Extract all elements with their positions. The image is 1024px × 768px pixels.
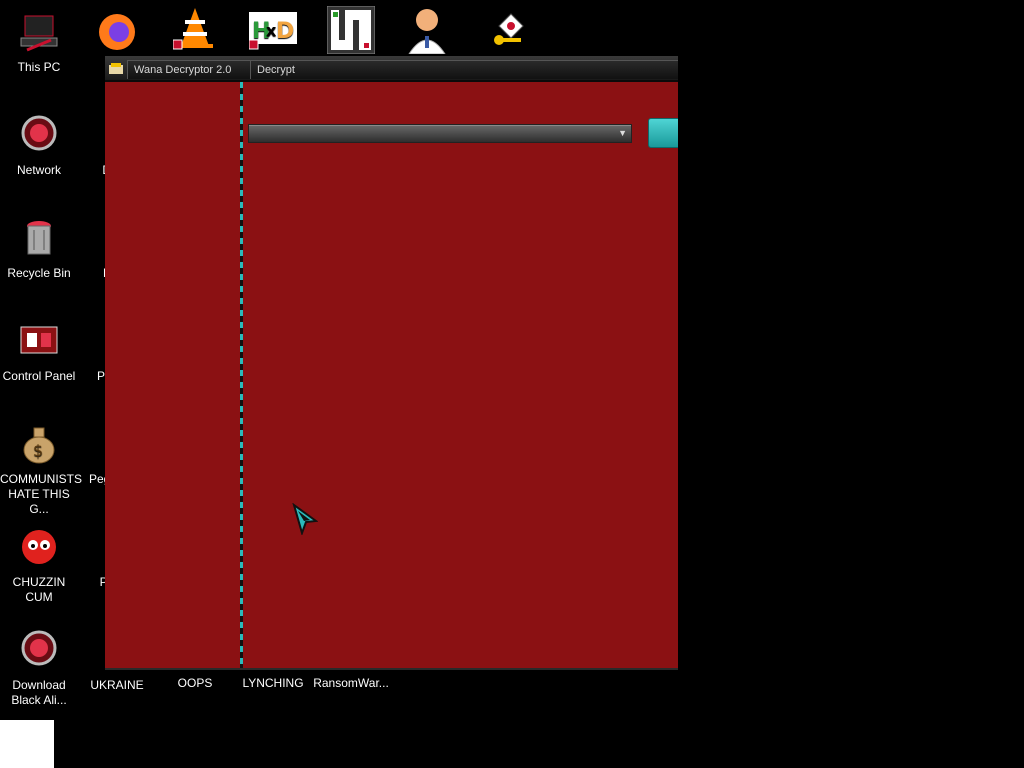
file-select-dropdown[interactable]: ▼ [248,124,632,143]
control-panel-icon [17,319,61,363]
doctor-icon [403,6,451,55]
desktop-icon-label: Control Panel [2,369,76,383]
desktop-icon-control-panel[interactable]: Control Panel [0,319,78,384]
chuzzle-icon [17,525,61,569]
svg-text:D: D [276,19,294,44]
desktop-icon-recycle-bin[interactable]: Recycle Bin [0,216,78,281]
sidebar-panel [105,82,240,668]
desktop-icon-label: This PC [17,60,61,74]
white-block [0,720,54,768]
desktop-icon-label: UKRAINE [90,678,144,692]
desktop-icon-chuzzin[interactable]: CHUZZIN CUM [0,525,78,605]
decrypt-button[interactable] [648,118,678,148]
desktop-icon-label: RansomWar... [313,676,389,690]
desktop-icon-doctor[interactable] [388,6,466,60]
desktop-icon-network[interactable]: Network [0,113,78,178]
desktop-icon-label: OOPS [177,676,213,690]
desktop-icon-lynching[interactable]: LYNCHING [234,676,312,691]
computer-icon [17,10,61,54]
chevron-down-icon: ▼ [618,128,627,138]
svg-text:$: $ [33,441,43,460]
desktop-icon-vlc[interactable] [156,6,234,56]
maze-icon [326,5,376,55]
key-certificate-icon [485,6,529,50]
desktop-icon-ransomware[interactable]: RansomWar... [312,676,390,691]
firefox-icon [95,10,139,54]
network-icon [17,113,61,157]
hxd-icon: HxD [248,6,297,50]
vlc-icon [172,6,217,50]
wana-decryptor-window[interactable]: Wana Decryptor 2.0 Decrypt ▼ [105,56,678,670]
tab-wana-decryptor[interactable]: Wana Decryptor 2.0 [127,60,250,79]
desktop-icon-communists[interactable]: $ COMMUNISTS HATE THIS G... [0,422,82,517]
recycle-bin-icon [17,216,61,260]
desktop-icon-hxd[interactable]: HxD [234,6,312,56]
desktop-icon-label: Recycle Bin [7,266,71,280]
app-icon [109,62,123,74]
desktop-icon-maze[interactable] [312,5,390,60]
window-bottom-border [105,668,678,670]
tab-decrypt[interactable]: Decrypt [250,60,678,79]
desktop-icon-key-certificate[interactable] [468,6,546,56]
desktop-icon-this-pc[interactable]: This PC [0,10,78,75]
main-panel: ▼ [243,82,678,668]
mouse-cursor-icon [292,502,319,537]
download-icon [17,628,61,672]
title-bar[interactable]: Wana Decryptor 2.0 Decrypt [105,56,678,80]
desktop-icon-label: COMMUNISTS HATE THIS G... [0,472,82,516]
desktop-icon-oops[interactable]: OOPS [156,676,234,691]
desktop-icon-download[interactable]: Download Black Ali... [0,628,78,708]
money-bag-icon: $ [17,422,61,466]
desktop-icon-label: Network [16,163,61,177]
desktop-icon-label: CHUZZIN CUM [12,575,66,604]
desktop-icon-label: Download Black Ali... [11,678,67,707]
desktop-icon-label: LYNCHING [242,676,304,690]
